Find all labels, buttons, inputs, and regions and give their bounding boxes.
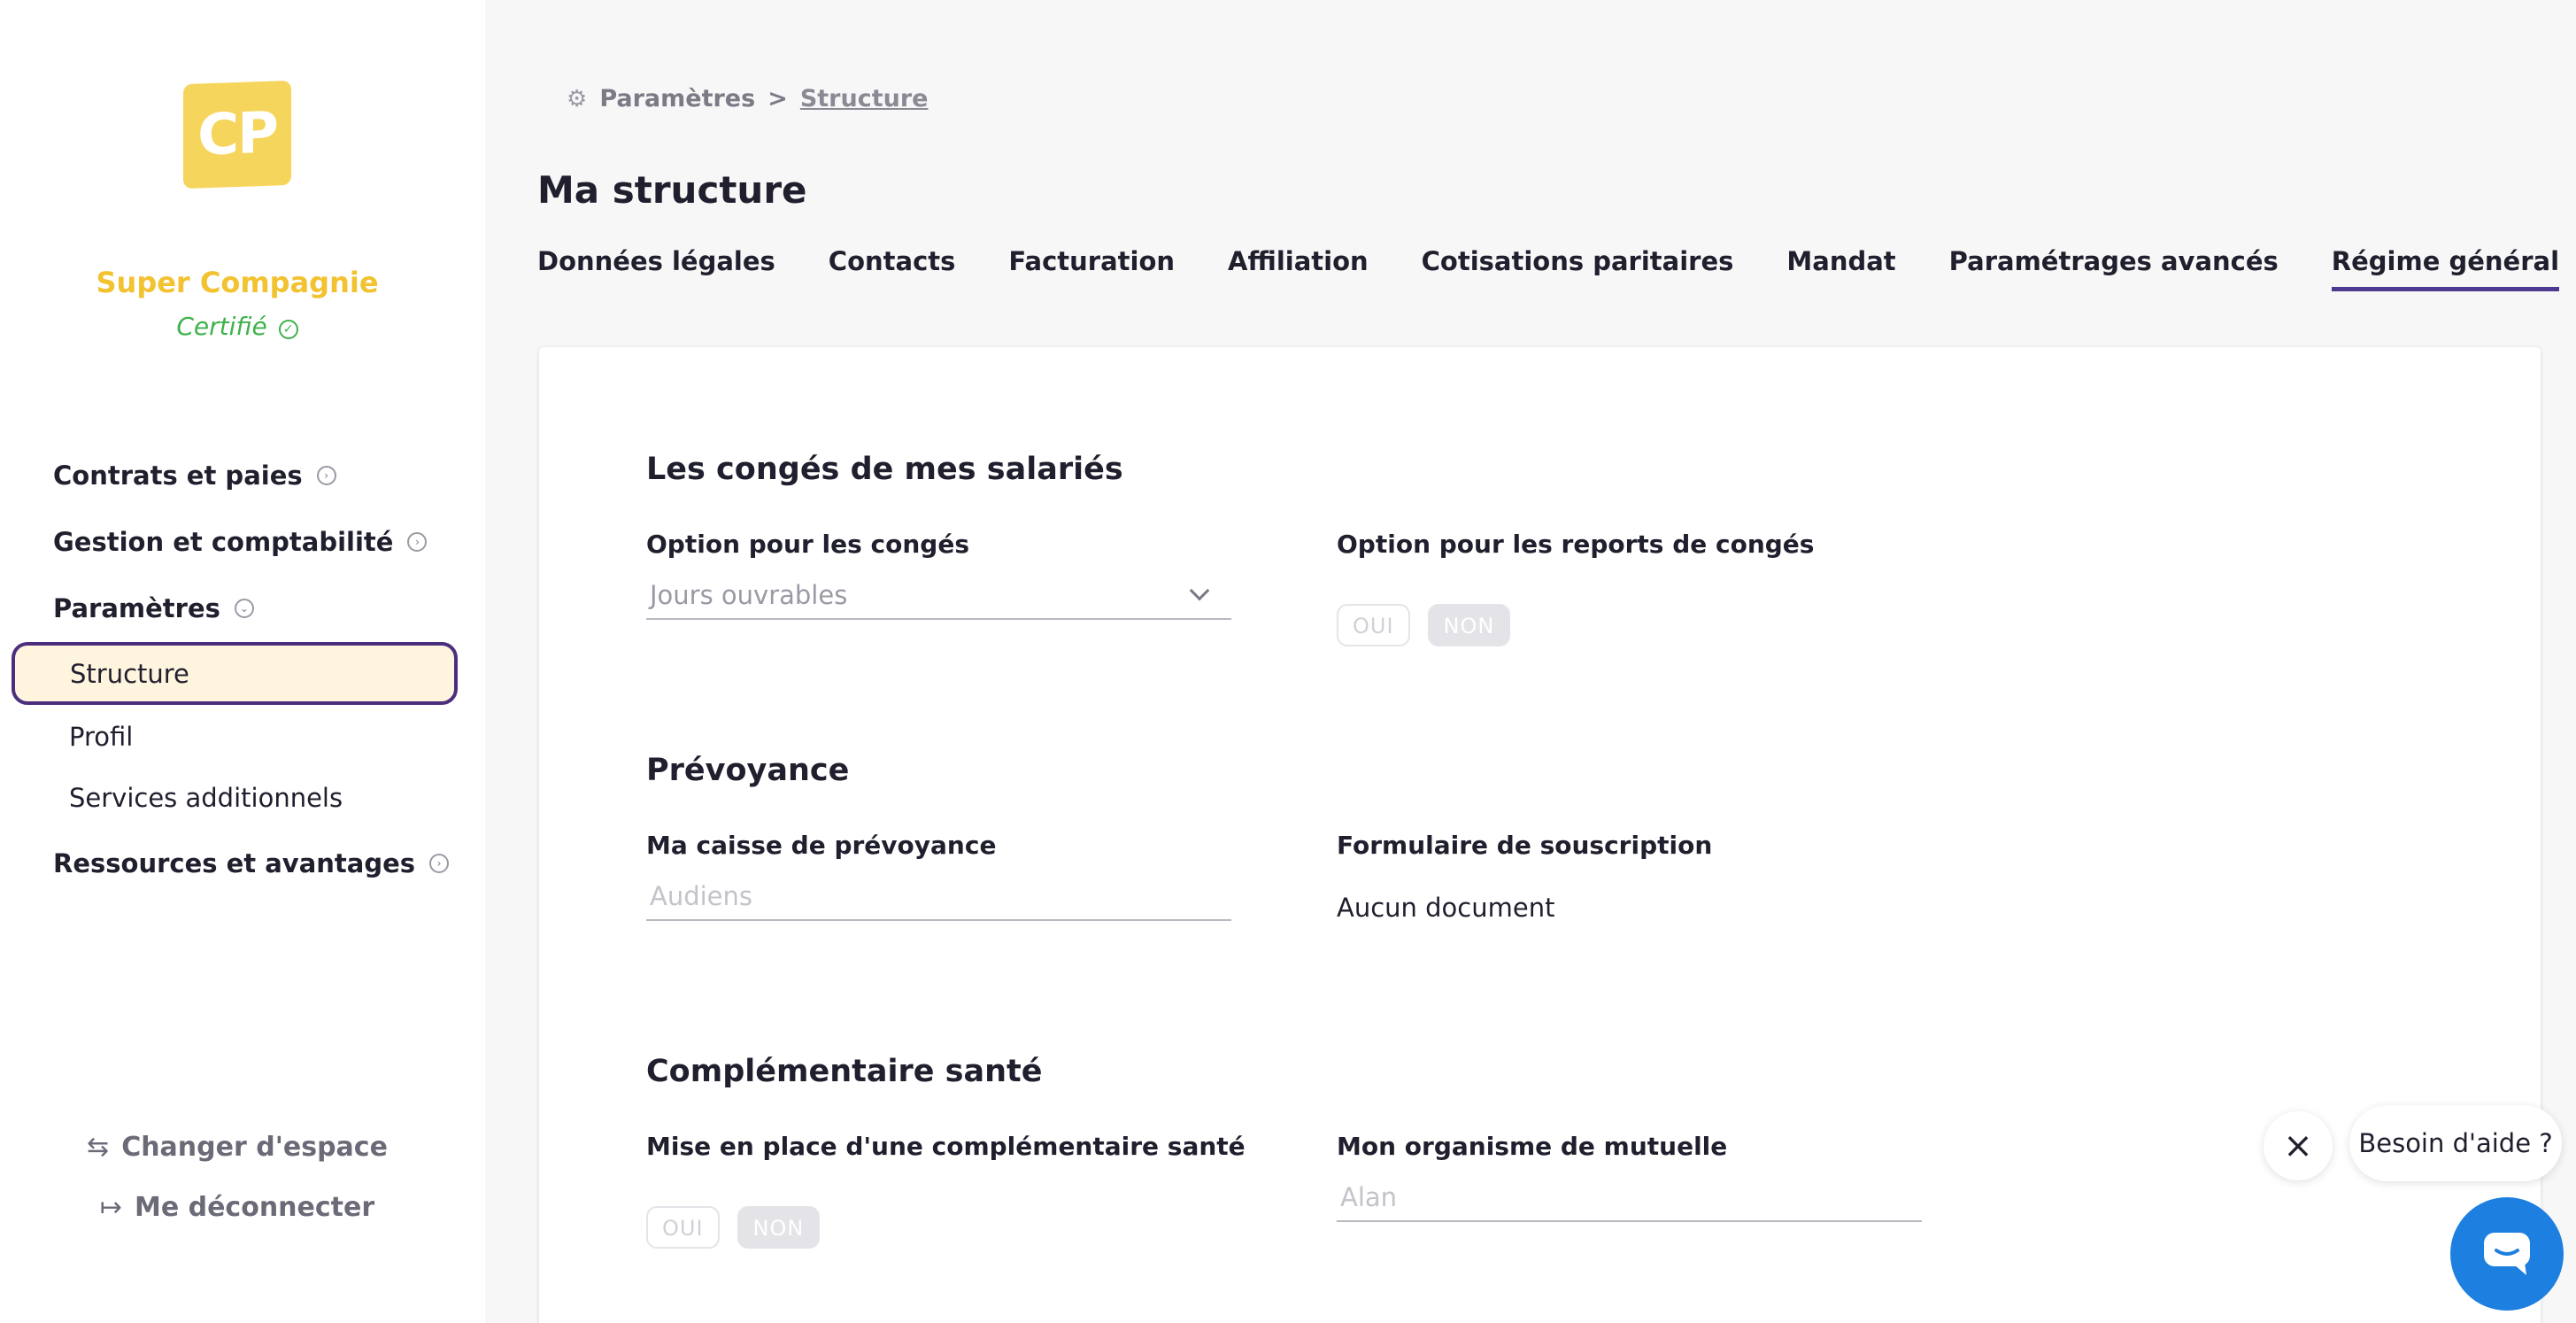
tab-affiliation[interactable]: Affiliation [1228,246,1369,291]
company-name: Super Compagnie [96,266,379,299]
caisse-prevoyance-value: Audiens [650,881,753,911]
help-close-button[interactable]: × [2264,1111,2333,1180]
page-title: Ma structure [537,168,807,212]
nav-item-label: Paramètres [53,593,220,623]
switch-arrows-icon: ⇆ [87,1132,110,1163]
breadcrumb: ⚙ Paramètres > Structure [567,85,928,112]
logout-label: Me déconnecter [134,1192,375,1223]
chevron-circle-icon: › [429,854,450,873]
option-conges-select[interactable]: Jours ouvrables [646,572,1231,620]
tab-bar: Données légales Contacts Facturation Aff… [537,246,2576,291]
sidebar-item-label: Services additionnels [69,783,343,813]
sidebar-item-label: Structure [70,658,189,689]
switch-space-label: Changer d'espace [121,1132,388,1163]
sidebar-item-services[interactable]: Services additionnels [69,783,343,813]
chat-icon [2484,1233,2530,1275]
mutuelle-value: Alan [1340,1182,1398,1212]
nav-item-label: Ressources et avantages [53,848,416,878]
field-label-formulaire: Formulaire de souscription [1337,831,1713,860]
certified-badge: Certifié ✓ [0,312,474,341]
breadcrumb-separator: > [767,85,788,112]
breadcrumb-root[interactable]: Paramètres [599,85,755,112]
option-conges-value: Jours ouvrables [650,580,848,610]
sidebar-item-profil[interactable]: Profil [69,722,133,752]
toggle-yes-button[interactable]: OUI [646,1206,720,1249]
formulaire-value: Aucun document [1337,893,1555,923]
nav-item-label: Contrats et paies [53,460,303,491]
field-label-mutuelle: Mon organisme de mutuelle [1337,1132,1728,1161]
nav-item-contrats[interactable]: Contrats et paies › [53,460,336,491]
field-label-caisse: Ma caisse de prévoyance [646,831,997,860]
toggle-no-button[interactable]: NON [737,1206,821,1249]
field-label-mise-en-place: Mise en place d'une complémentaire santé [646,1132,1246,1161]
tab-facturation[interactable]: Facturation [1008,246,1175,291]
mutuelle-input[interactable]: Alan [1337,1174,1922,1222]
tab-mandat[interactable]: Mandat [1786,246,1895,291]
section-title-sante: Complémentaire santé [646,1054,1043,1089]
tab-regime-general[interactable]: Régime général [2331,246,2560,291]
tab-parametrages-avances[interactable]: Paramétrages avancés [1949,246,2279,291]
check-circle-icon: ✓ [278,320,298,339]
company-logo[interactable]: CP [183,80,291,190]
close-icon: × [2283,1126,2313,1166]
field-label-reports-conges: Option pour les reports de congés [1337,530,1815,559]
help-bubble[interactable]: Besoin d'aide ? [2349,1105,2562,1181]
sidebar: CP Super Compagnie Certifié ✓ Contrats e… [0,0,485,1323]
chat-launcher-button[interactable] [2450,1197,2564,1311]
nav-item-parametres[interactable]: Paramètres ⌄ [53,593,254,623]
sidebar-item-structure[interactable]: Structure [12,642,458,705]
section-title-conges: Les congés de mes salariés [646,452,1123,487]
chevron-down-circle-icon: ⌄ [234,599,254,618]
chevron-down-icon [1189,580,1210,601]
tab-cotisations[interactable]: Cotisations paritaires [1422,246,1734,291]
breadcrumb-current[interactable]: Structure [800,85,929,112]
logout-link[interactable]: ↦ Me déconnecter [0,1192,474,1223]
section-title-prevoyance: Prévoyance [646,753,850,788]
help-bubble-text: Besoin d'aide ? [2358,1128,2553,1158]
toggle-yes-button[interactable]: OUI [1337,604,1410,646]
tab-donnees-legales[interactable]: Données légales [537,246,775,291]
switch-space-link[interactable]: ⇆ Changer d'espace [0,1132,474,1163]
field-label-option-conges: Option pour les congés [646,530,969,559]
chevron-circle-icon: › [407,532,428,552]
nav-item-label: Gestion et comptabilité [53,527,394,557]
chevron-circle-icon: › [316,466,336,485]
sidebar-item-label: Profil [69,722,134,752]
logout-icon: ↦ [99,1192,122,1223]
tab-contacts[interactable]: Contacts [829,246,956,291]
gear-icon: ⚙ [567,85,588,112]
nav-item-ressources[interactable]: Ressources et avantages › [53,848,450,878]
caisse-prevoyance-input[interactable]: Audiens [646,873,1231,921]
reports-conges-toggle: OUI NON [1337,604,1511,646]
certified-label: Certifié [176,312,267,341]
logo-text: CP [197,100,277,169]
toggle-no-button[interactable]: NON [1427,604,1511,646]
content-card: Les congés de mes salariés Option pour l… [539,347,2541,1323]
sante-toggle: OUI NON [646,1206,821,1249]
nav-item-gestion[interactable]: Gestion et comptabilité › [53,527,428,557]
